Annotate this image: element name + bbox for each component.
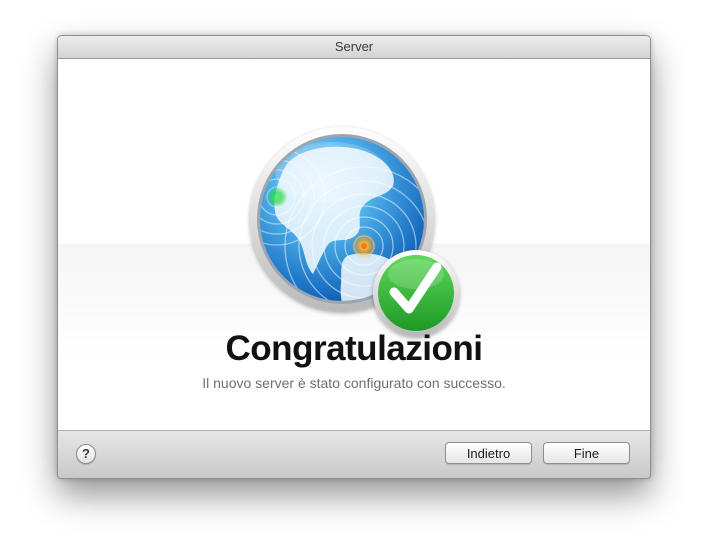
bottom-toolbar: ? Indietro Fine	[58, 431, 650, 478]
server-globe-icon	[250, 127, 459, 336]
back-button[interactable]: Indietro	[445, 442, 532, 464]
help-icon: ?	[82, 446, 90, 461]
congratulations-heading: Congratulazioni	[225, 329, 483, 368]
success-message: Il nuovo server è stato configurato con …	[202, 375, 506, 391]
help-button[interactable]: ?	[76, 444, 96, 464]
window-title: Server	[334, 39, 374, 54]
checkmark-icon	[373, 250, 459, 336]
done-button[interactable]: Fine	[543, 442, 630, 464]
title-bar[interactable]: Server	[58, 36, 650, 59]
content-area: Congratulazioni Il nuovo server è stato …	[58, 59, 650, 431]
setup-assistant-window: Server Congratulazioni Il nuovo server è…	[57, 35, 651, 479]
